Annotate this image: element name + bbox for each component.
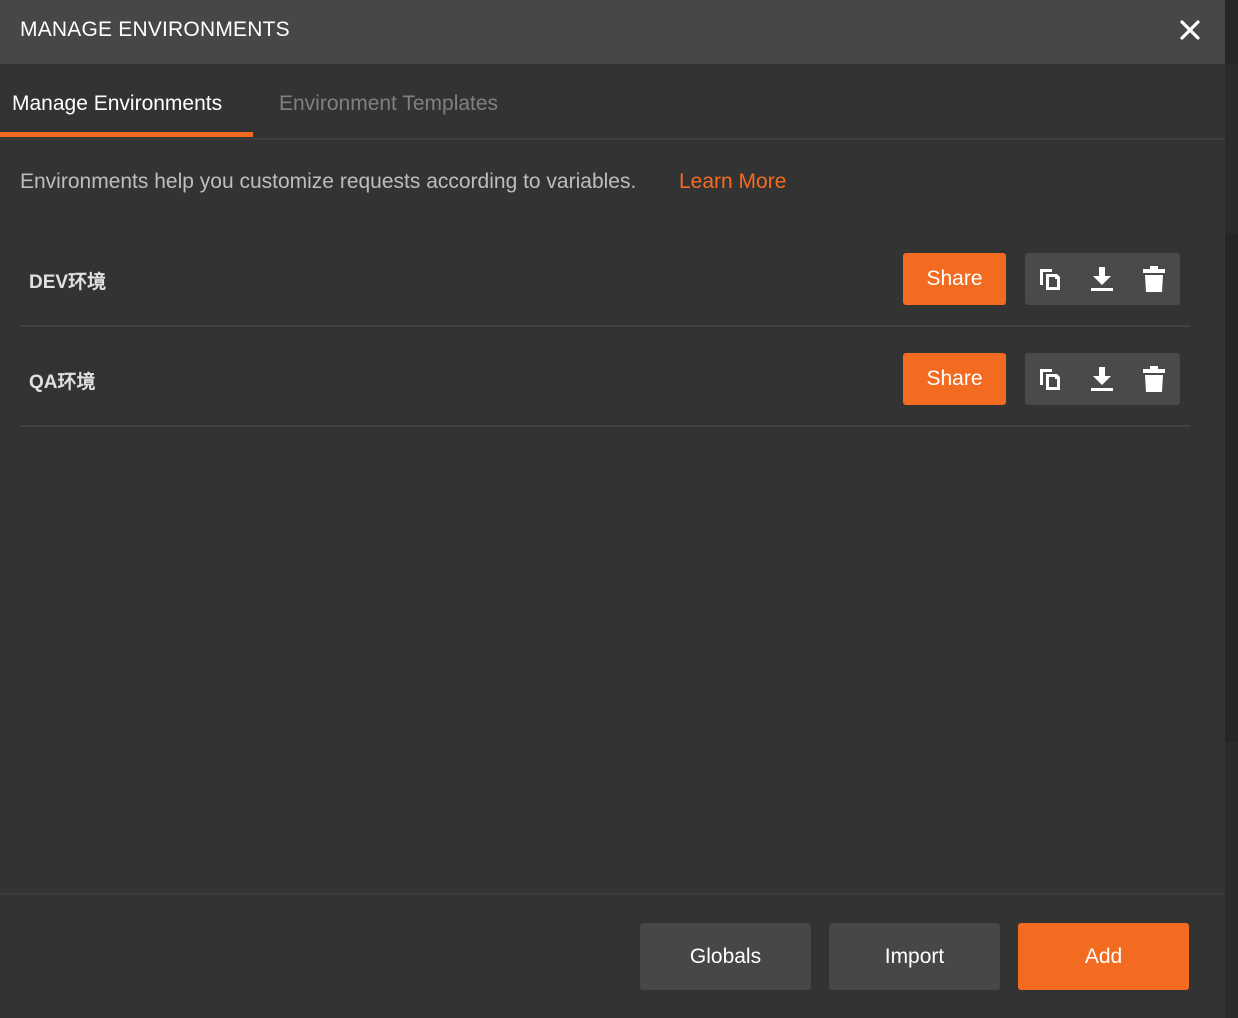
delete-button[interactable] [1129, 353, 1179, 405]
environment-actions [1025, 353, 1180, 405]
trash-icon [1143, 266, 1165, 292]
globals-button[interactable]: Globals [640, 923, 811, 990]
import-button[interactable]: Import [829, 923, 1000, 990]
active-tab-indicator [0, 132, 253, 137]
delete-button[interactable] [1129, 253, 1179, 305]
footer-divider [0, 893, 1225, 895]
duplicate-icon [1040, 269, 1060, 290]
modal-title: MANAGE ENVIRONMENTS [20, 18, 290, 41]
environment-name[interactable]: DEV环境 [29, 267, 106, 294]
description-text: Environments help you customize requests… [20, 170, 637, 193]
background-panel [1225, 742, 1238, 1018]
duplicate-button[interactable] [1025, 253, 1075, 305]
environment-actions [1025, 253, 1180, 305]
tab-environment-templates[interactable]: Environment Templates [279, 92, 498, 116]
environment-row: QA环境 Share [20, 325, 1190, 427]
background-panel [1225, 64, 1238, 234]
close-icon [1180, 20, 1200, 40]
download-button[interactable] [1077, 253, 1127, 305]
duplicate-icon [1040, 369, 1060, 390]
environment-name[interactable]: QA环境 [29, 367, 96, 394]
download-button[interactable] [1077, 353, 1127, 405]
trash-icon [1143, 366, 1165, 392]
download-icon [1091, 367, 1113, 391]
background-app-edge [1225, 0, 1238, 1018]
manage-environments-modal: MANAGE ENVIRONMENTS Manage Environments … [0, 0, 1225, 1018]
tab-manage-environments[interactable]: Manage Environments [12, 92, 222, 116]
share-button[interactable]: Share [903, 253, 1006, 305]
modal-header: MANAGE ENVIRONMENTS [0, 0, 1225, 64]
download-icon [1091, 267, 1113, 291]
duplicate-button[interactable] [1025, 353, 1075, 405]
tab-bar: Manage Environments Environment Template… [0, 64, 1225, 140]
learn-more-link[interactable]: Learn More [679, 170, 786, 194]
share-button[interactable]: Share [903, 353, 1006, 405]
add-button[interactable]: Add [1018, 923, 1189, 990]
environment-row: DEV环境 Share [20, 225, 1190, 327]
close-button[interactable] [1172, 12, 1208, 48]
